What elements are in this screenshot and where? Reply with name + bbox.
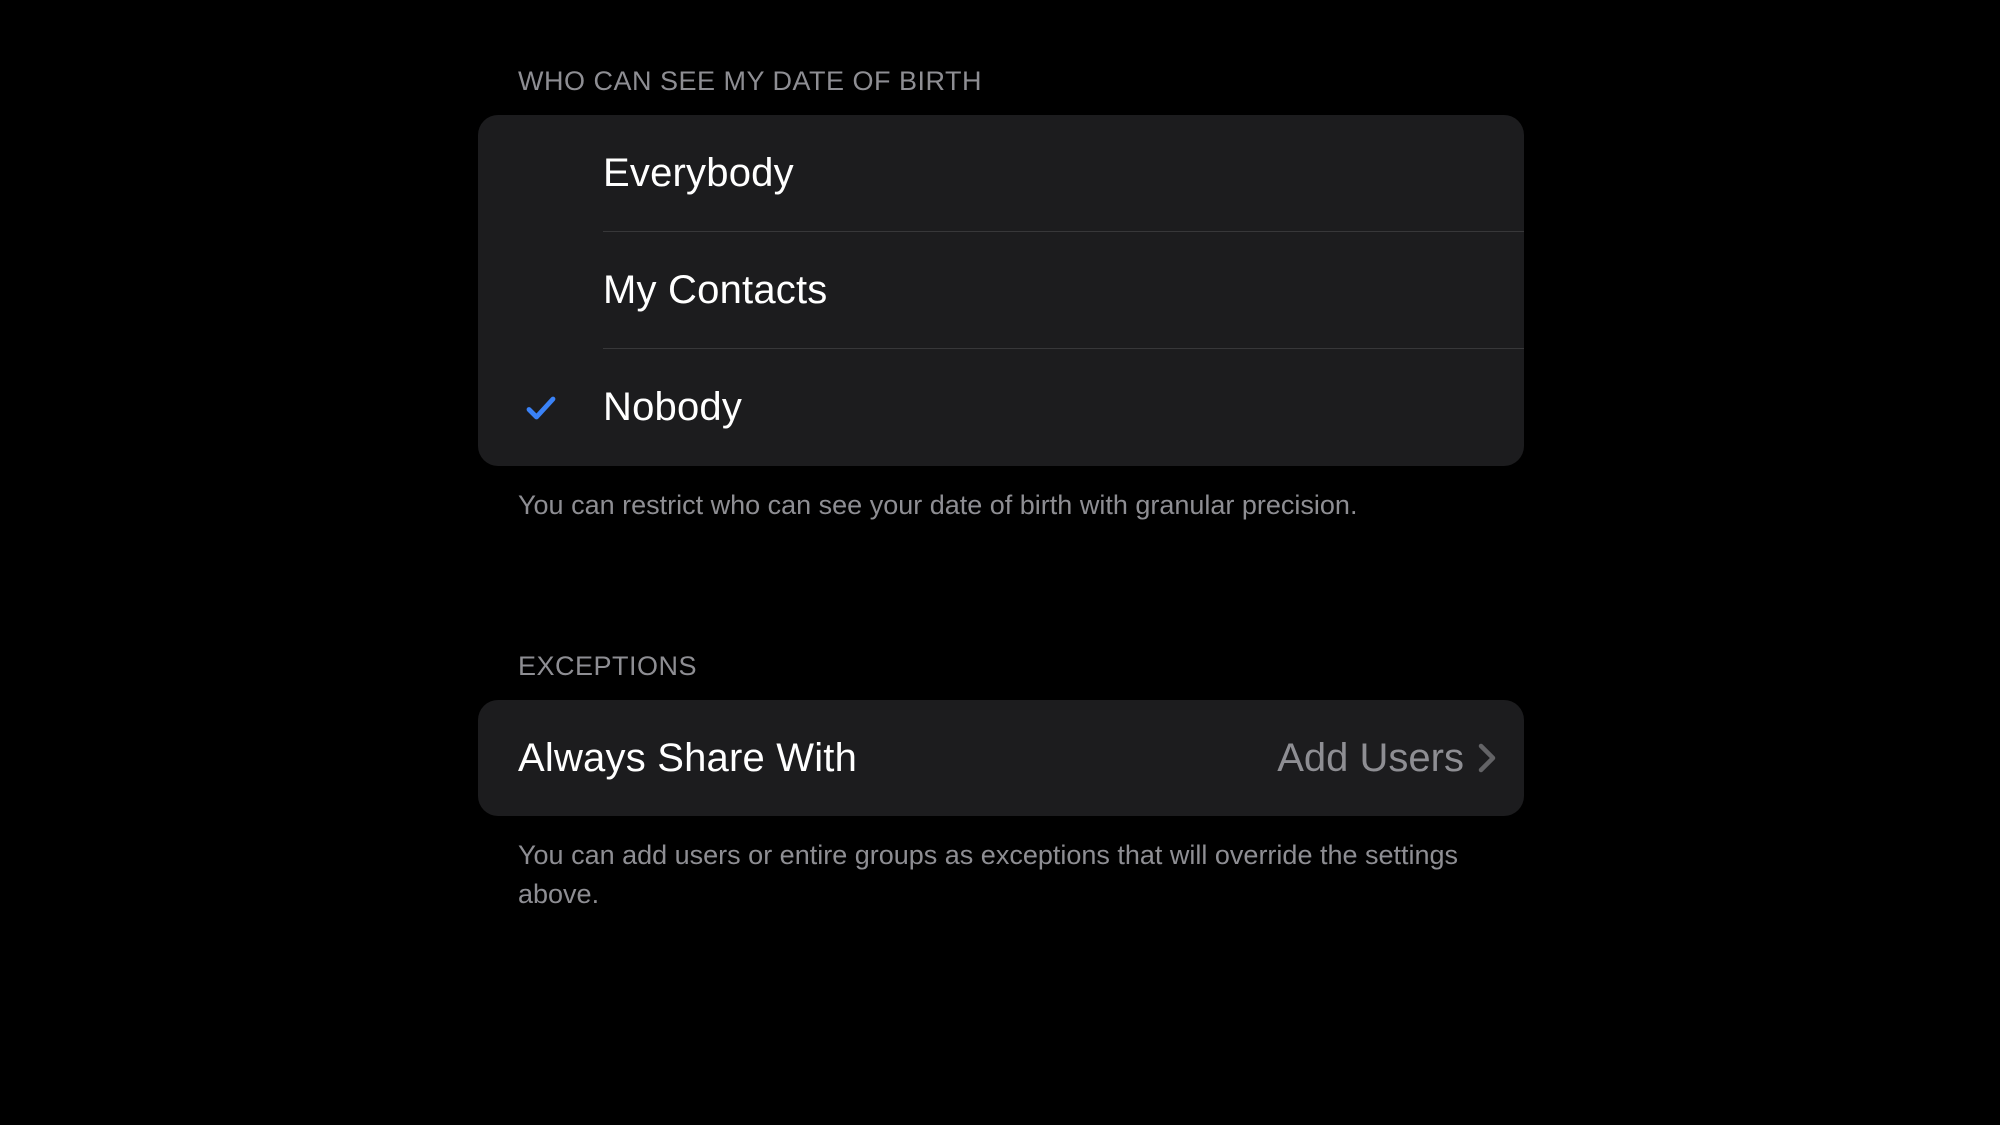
option-nobody[interactable]: Nobody: [478, 349, 1524, 466]
visibility-options-card: Everybody My Contacts Nobody: [478, 115, 1524, 466]
action-value: Add Users: [1277, 736, 1464, 781]
action-label: Always Share With: [518, 736, 857, 781]
option-label: Nobody: [603, 385, 742, 430]
visibility-footer-text: You can restrict who can see your date o…: [478, 486, 1524, 525]
chevron-right-icon: [1478, 742, 1496, 774]
option-check-slot: [478, 390, 603, 426]
always-share-with-row[interactable]: Always Share With Add Users: [478, 700, 1524, 816]
exceptions-footer-text: You can add users or entire groups as ex…: [478, 836, 1524, 914]
visibility-section-header: WHO CAN SEE MY DATE OF BIRTH: [478, 66, 1524, 97]
option-my-contacts[interactable]: My Contacts: [478, 232, 1524, 349]
option-everybody[interactable]: Everybody: [478, 115, 1524, 232]
checkmark-icon: [523, 390, 559, 426]
option-label: Everybody: [603, 151, 794, 196]
exceptions-section-header: EXCEPTIONS: [478, 651, 1524, 682]
option-label: My Contacts: [603, 268, 828, 313]
action-right: Add Users: [1277, 736, 1496, 781]
exceptions-card: Always Share With Add Users: [478, 700, 1524, 816]
